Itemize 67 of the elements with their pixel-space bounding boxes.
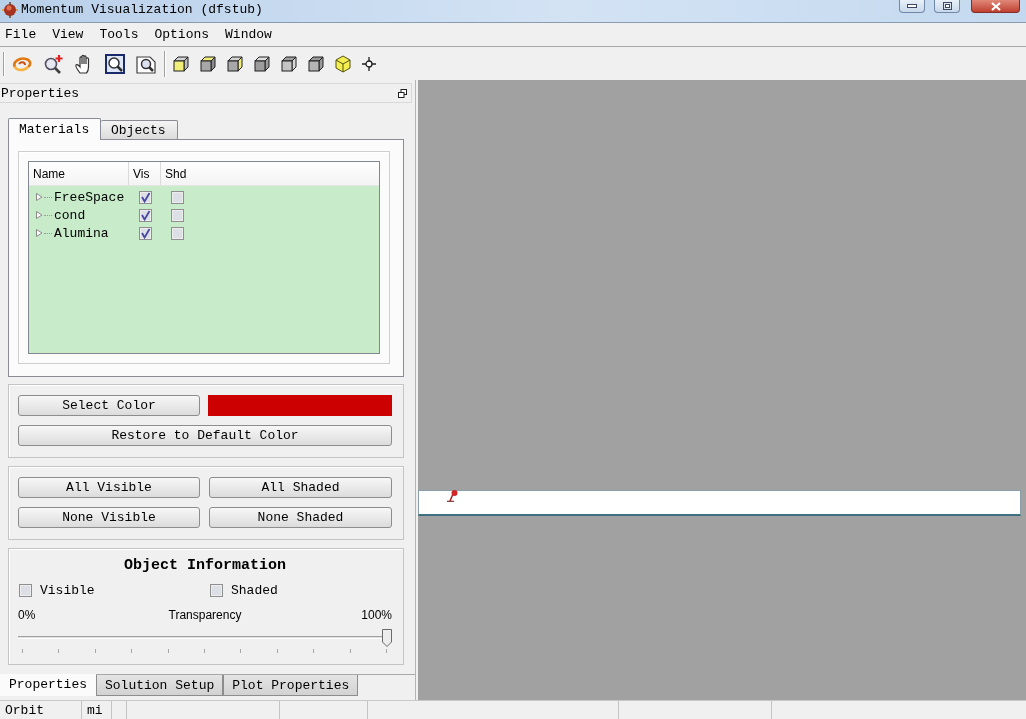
restore-icon[interactable] bbox=[398, 88, 407, 98]
status-text: Orbit bbox=[4, 702, 44, 718]
shaded-checkbox[interactable] bbox=[170, 208, 184, 222]
column-header: Name bbox=[29, 162, 129, 185]
material-name[interactable]: Alumina bbox=[54, 225, 109, 241]
cube-icon[interactable] bbox=[173, 55, 189, 72]
cube-icon[interactable] bbox=[281, 55, 297, 72]
cube-icon[interactable] bbox=[200, 55, 216, 72]
transparency-slider[interactable] bbox=[18, 629, 392, 655]
axis-marker-icon bbox=[447, 489, 458, 502]
expander-icon[interactable] bbox=[35, 229, 43, 237]
shaded-checkbox[interactable] bbox=[210, 583, 223, 597]
menu-item[interactable]: View bbox=[52, 27, 84, 42]
tab[interactable]: Objects bbox=[101, 120, 178, 139]
group-title: Object Information bbox=[123, 557, 287, 575]
select-color-button[interactable]: Select Color bbox=[18, 395, 200, 416]
column-header: Shd bbox=[164, 165, 188, 183]
dock-title: Properties bbox=[1, 85, 79, 101]
status-text: mi bbox=[86, 702, 103, 718]
expander-icon[interactable] bbox=[35, 193, 43, 201]
material-name[interactable]: cond bbox=[54, 207, 86, 223]
tab[interactable]: Materials bbox=[8, 118, 101, 140]
isometric-cube-icon[interactable] bbox=[335, 54, 351, 73]
maximize-icon bbox=[942, 2, 952, 10]
visibility-button[interactable]: None Visible bbox=[18, 507, 200, 528]
shaded-checkbox[interactable] bbox=[170, 190, 184, 204]
checkbox-label[interactable]: Visible bbox=[40, 582, 95, 598]
minimize-button[interactable] bbox=[899, 0, 925, 13]
expander-icon[interactable] bbox=[35, 211, 43, 219]
dock-tab[interactable]: Solution Setup bbox=[96, 675, 224, 696]
close-button[interactable] bbox=[971, 0, 1020, 13]
material-name[interactable]: FreeSpace bbox=[54, 189, 125, 205]
crosshair-icon[interactable] bbox=[362, 56, 376, 71]
visible-checkbox[interactable] bbox=[138, 208, 152, 222]
menu-item[interactable]: File bbox=[5, 27, 37, 42]
cube-icon[interactable] bbox=[308, 55, 324, 72]
dock-tab[interactable]: Properties bbox=[0, 674, 96, 696]
app-icon bbox=[1, 1, 19, 19]
zoom-in-icon[interactable] bbox=[43, 53, 63, 74]
slider-label: Transparency bbox=[168, 608, 242, 622]
menu-item[interactable]: Window bbox=[225, 27, 272, 42]
dock-tab[interactable]: Plot Properties bbox=[223, 675, 359, 696]
color-swatch[interactable] bbox=[208, 395, 392, 416]
maximize-button[interactable] bbox=[934, 0, 960, 13]
visible-checkbox[interactable] bbox=[19, 583, 32, 597]
min-label: 0% bbox=[18, 608, 37, 622]
checkbox-label[interactable]: Shaded bbox=[231, 582, 278, 598]
restore-color-button[interactable]: Restore to Default Color bbox=[18, 425, 392, 446]
zoom-page-icon[interactable] bbox=[136, 53, 156, 74]
menu-item[interactable]: Tools bbox=[99, 27, 139, 42]
slider-thumb[interactable] bbox=[382, 629, 392, 647]
column-header: Vis bbox=[129, 162, 161, 185]
cube-icon[interactable] bbox=[227, 55, 243, 72]
cube-icon[interactable] bbox=[254, 55, 270, 72]
zoom-box-icon[interactable] bbox=[105, 53, 125, 74]
minimize-icon bbox=[907, 4, 917, 8]
window-title: Momentum Visualization (dfstub) bbox=[21, 1, 263, 19]
shaded-checkbox[interactable] bbox=[170, 226, 184, 240]
visibility-button[interactable]: All Shaded bbox=[209, 477, 392, 498]
viewport-canvas[interactable] bbox=[418, 80, 1026, 700]
visible-checkbox[interactable] bbox=[138, 226, 152, 240]
visibility-button[interactable]: None Shaded bbox=[209, 507, 392, 528]
visible-checkbox[interactable] bbox=[138, 190, 152, 204]
visibility-button[interactable]: All Visible bbox=[18, 477, 200, 498]
menu-item[interactable]: Options bbox=[154, 27, 210, 42]
close-icon bbox=[990, 1, 1001, 11]
max-label: 100% bbox=[361, 608, 392, 622]
